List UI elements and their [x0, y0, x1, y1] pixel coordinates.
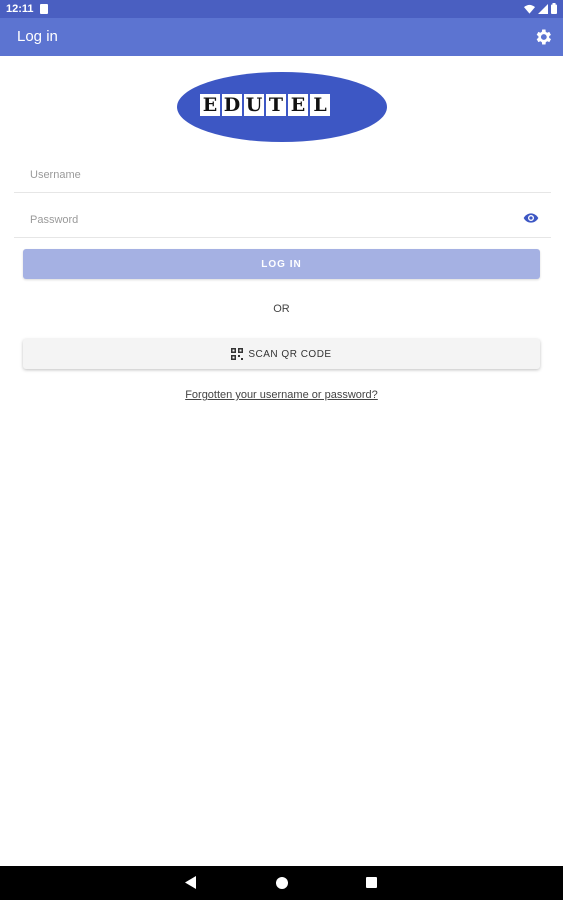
gear-icon[interactable] — [533, 27, 553, 47]
scan-qr-code-label: SCAN QR CODE — [248, 348, 332, 360]
qr-code-icon — [231, 348, 244, 360]
status-icons — [524, 3, 557, 14]
page-title: Log in — [17, 28, 58, 45]
login-button[interactable]: LOG IN — [23, 249, 540, 279]
sd-card-icon — [40, 4, 48, 14]
recents-icon[interactable] — [366, 877, 377, 888]
password-field-container — [14, 201, 551, 238]
status-bar: 12:11 — [0, 0, 563, 18]
logo-letter: D — [222, 94, 242, 116]
logo-letter: E — [288, 94, 308, 116]
status-time: 12:11 — [6, 3, 34, 15]
back-icon[interactable] — [185, 876, 197, 889]
home-icon[interactable] — [276, 877, 288, 889]
logo-text: E D U T E L — [200, 94, 330, 116]
edutel-logo: E D U T E L — [176, 71, 388, 143]
username-field[interactable] — [28, 164, 512, 186]
username-field-container — [14, 156, 551, 193]
forgot-credentials-link[interactable]: Forgotten your username or password? — [0, 389, 563, 401]
password-field[interactable] — [28, 209, 512, 231]
logo-letter: T — [266, 94, 286, 116]
or-divider-text: OR — [273, 303, 290, 315]
logo-letter: E — [200, 94, 220, 116]
eye-icon[interactable] — [523, 211, 539, 225]
app-bar: Log in — [0, 18, 563, 56]
scan-qr-code-button[interactable]: SCAN QR CODE — [23, 339, 540, 369]
signal-icon — [538, 3, 548, 14]
logo-letter: L — [310, 94, 330, 116]
system-nav-bar — [0, 866, 563, 900]
battery-icon — [551, 3, 557, 14]
logo-letter: U — [244, 94, 264, 116]
wifi-icon — [524, 4, 535, 14]
